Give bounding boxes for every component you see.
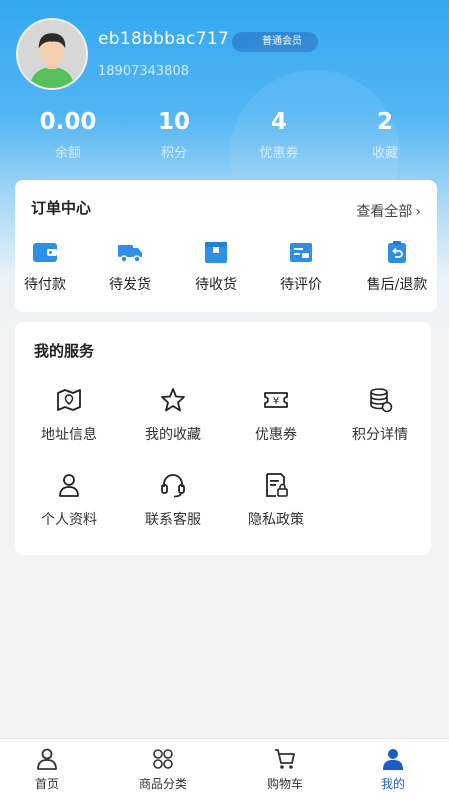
tab-cart[interactable]: 购物车 (240, 747, 330, 792)
stat-points[interactable]: 10 积分 (129, 108, 219, 161)
stat-balance[interactable]: 0.00 余额 (23, 108, 113, 161)
chevron-right-icon: › (415, 204, 421, 220)
order-pending-receipt[interactable]: 待收货 (176, 238, 256, 294)
service-address[interactable]: 地址信息 (19, 386, 119, 444)
tab-label: 首页 (34, 777, 59, 791)
review-icon (290, 243, 312, 262)
avatar[interactable] (16, 18, 88, 90)
user-icon (59, 474, 79, 497)
category-icon (153, 749, 173, 769)
order-pending-payment[interactable]: 待付款 (5, 238, 85, 294)
coupon-icon: ¥ (264, 392, 288, 408)
service-label: 积分详情 (352, 427, 408, 443)
view-all-label: 查看全部 (356, 204, 413, 220)
order-item-label: 待付款 (24, 277, 66, 293)
box-icon (205, 242, 227, 263)
service-label: 联系客服 (145, 512, 201, 528)
wallet-icon (33, 243, 57, 262)
stat-value: 2 (376, 109, 393, 135)
stat-label: 积分 (160, 146, 187, 161)
phone-number: 18907343808 (98, 64, 189, 79)
tab-home[interactable]: 首页 (2, 747, 92, 792)
cart-icon (275, 749, 295, 769)
order-center-title: 订单中心 (31, 199, 92, 217)
stat-label: 收藏 (371, 146, 398, 161)
stat-label: 优惠券 (259, 146, 299, 161)
profile-icon (383, 749, 403, 770)
svg-text:¥: ¥ (273, 396, 279, 407)
service-label: 我的收藏 (145, 427, 201, 443)
tab-label: 我的 (380, 777, 405, 791)
service-profile[interactable]: 个人资料 (19, 471, 119, 529)
order-item-label: 待发货 (109, 277, 151, 293)
order-pending-review[interactable]: 待评价 (261, 238, 341, 294)
star-icon (161, 388, 185, 412)
order-item-label: 售后/退款 (366, 277, 428, 293)
service-label: 隐私政策 (248, 512, 304, 528)
avatar-image (18, 20, 86, 88)
bottom-tab-bar: 首页 商品分类 购物车 我的 (0, 738, 449, 800)
stat-value: 10 (157, 109, 190, 135)
tab-label: 商品分类 (138, 777, 187, 791)
member-level: 普通会员 (262, 36, 302, 47)
order-pending-shipment[interactable]: 待发货 (90, 238, 170, 294)
tab-label: 购物车 (266, 777, 303, 791)
services-title: 我的服务 (34, 342, 95, 360)
stat-label: 余额 (54, 146, 81, 161)
view-all-orders-link[interactable]: 查看全部 › (356, 201, 421, 221)
member-badge-icon (236, 36, 248, 48)
headset-icon (161, 474, 185, 498)
stat-favorites[interactable]: 2 收藏 (340, 108, 430, 161)
tab-categories[interactable]: 商品分类 (118, 747, 208, 792)
order-item-label: 待收货 (195, 277, 237, 293)
policy-icon (266, 473, 288, 497)
stat-value: 4 (270, 109, 287, 135)
order-item-label: 待评价 (280, 277, 322, 293)
home-user-icon (37, 748, 57, 770)
service-label: 个人资料 (41, 512, 97, 528)
tab-profile[interactable]: 我的 (348, 747, 438, 792)
service-label: 优惠券 (255, 427, 297, 443)
service-favorites[interactable]: 我的收藏 (123, 386, 223, 444)
service-privacy-policy[interactable]: 隐私政策 (226, 471, 326, 529)
stat-coupons[interactable]: 4 优惠券 (234, 108, 324, 161)
order-after-sales[interactable]: 售后/退款 (357, 238, 437, 294)
username: eb18bbbac717 (98, 29, 230, 49)
stat-value: 0.00 (39, 109, 97, 135)
member-badge: 普通会员 (232, 32, 318, 52)
service-points[interactable]: 积分详情 (330, 386, 430, 444)
service-label: 地址信息 (41, 427, 97, 443)
service-coupons[interactable]: ¥ 优惠券 (226, 386, 326, 444)
truck-icon (118, 245, 142, 263)
refund-icon (388, 241, 406, 263)
coins-icon (370, 388, 393, 413)
service-customer-support[interactable]: 联系客服 (123, 471, 223, 529)
map-icon (57, 389, 81, 411)
